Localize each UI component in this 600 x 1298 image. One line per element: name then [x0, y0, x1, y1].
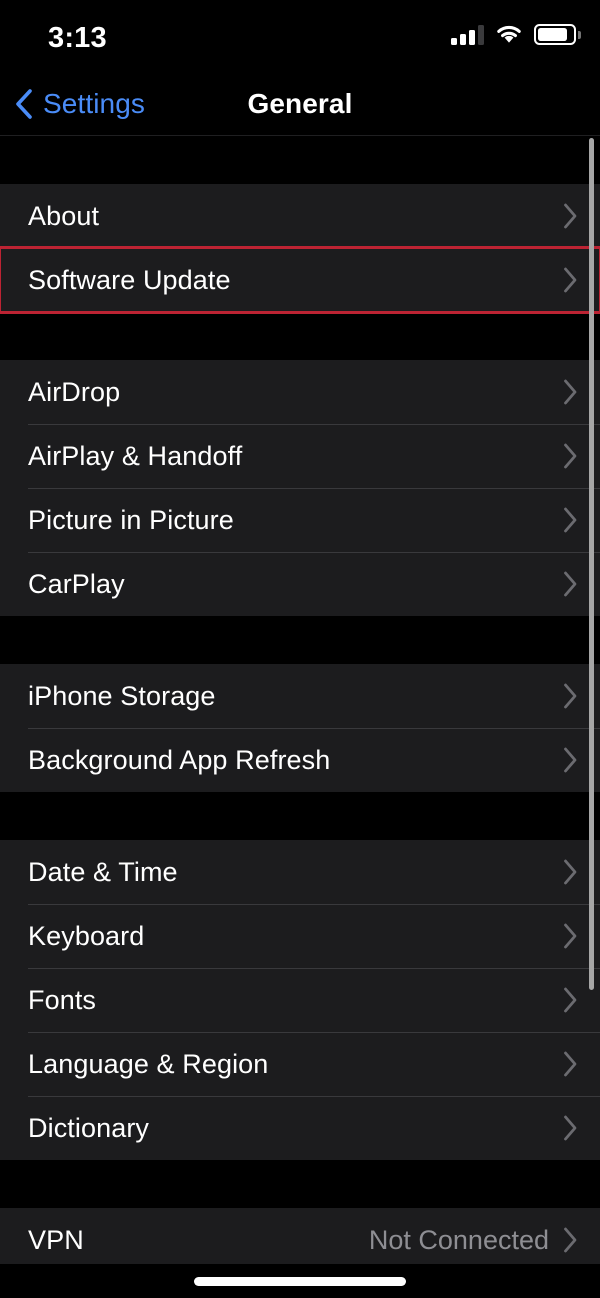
list-item-label: Date & Time	[28, 856, 178, 887]
section-gap	[0, 312, 600, 360]
list-item-label: Software Update	[28, 264, 231, 295]
section-gap	[0, 792, 600, 840]
chevron-right-icon	[563, 507, 578, 533]
list-item-label: Language & Region	[28, 1048, 269, 1079]
list-item-label: iPhone Storage	[28, 680, 216, 711]
list-item-label: About	[28, 200, 100, 231]
chevron-right-icon	[563, 379, 578, 405]
home-indicator[interactable]	[194, 1277, 406, 1286]
cellular-signal-icon	[451, 24, 484, 45]
list-item[interactable]: AirDrop	[0, 360, 600, 424]
chevron-right-icon	[563, 987, 578, 1013]
chevron-right-icon	[563, 1051, 578, 1077]
storage-group: iPhone Storage Background App Refresh	[0, 664, 600, 792]
list-item-label: VPN	[28, 1224, 84, 1255]
page-title: General	[247, 88, 353, 119]
chevron-right-icon	[563, 683, 578, 709]
list-item[interactable]: Background App Refresh	[0, 728, 600, 792]
chevron-right-icon	[563, 267, 578, 293]
navigation-bar: Settings General	[0, 72, 600, 136]
list-item-label: Dictionary	[28, 1112, 150, 1143]
battery-icon	[534, 24, 581, 45]
localization-group: Date & Time Keyboard Fonts Language & Regio…	[0, 840, 600, 1160]
chevron-right-icon	[563, 571, 578, 597]
status-bar: 3:13	[0, 0, 600, 72]
iphone-screen: 3:13 Settings General About Software Upd…	[0, 0, 600, 1298]
wifi-icon	[495, 24, 523, 45]
vpn-group: VPN Not Connected	[0, 1208, 600, 1272]
list-item-label: CarPlay	[28, 568, 125, 599]
section-gap	[0, 616, 600, 664]
vertical-scrollbar[interactable]	[589, 138, 594, 990]
list-item-value: Not Connected	[368, 1224, 549, 1255]
list-item[interactable]: Fonts	[0, 968, 600, 1032]
about-group: About Software Update	[0, 184, 600, 314]
list-item-label: AirPlay & Handoff	[28, 440, 243, 471]
chevron-right-icon	[563, 203, 578, 229]
list-item[interactable]: CarPlay	[0, 552, 600, 616]
list-item[interactable]: VPN Not Connected	[0, 1208, 600, 1272]
chevron-right-icon	[563, 1115, 578, 1141]
list-item[interactable]: Software Update	[0, 246, 600, 314]
list-item[interactable]: iPhone Storage	[0, 664, 600, 728]
section-gap	[0, 136, 600, 184]
settings-list: About Software Update AirDrop AirPlay & Han…	[0, 136, 600, 1272]
chevron-right-icon	[563, 1227, 578, 1253]
list-item-label: AirDrop	[28, 376, 121, 407]
list-item-label: Keyboard	[28, 920, 145, 951]
list-item[interactable]: Date & Time	[0, 840, 600, 904]
chevron-right-icon	[563, 443, 578, 469]
list-item-label: Fonts	[28, 984, 97, 1015]
list-item[interactable]: Language & Region	[0, 1032, 600, 1096]
list-item-label: Background App Refresh	[28, 744, 331, 775]
list-item[interactable]: About	[0, 184, 600, 248]
list-item[interactable]: Keyboard	[0, 904, 600, 968]
section-gap	[0, 1160, 600, 1208]
list-item[interactable]: AirPlay & Handoff	[0, 424, 600, 488]
home-indicator-area	[0, 1264, 600, 1298]
status-bar-clock: 3:13	[48, 22, 107, 54]
status-bar-icons	[451, 24, 581, 45]
connectivity-group: AirDrop AirPlay & Handoff Picture in Pictu…	[0, 360, 600, 616]
chevron-right-icon	[563, 923, 578, 949]
list-item-label: Picture in Picture	[28, 504, 234, 535]
list-item[interactable]: Picture in Picture	[0, 488, 600, 552]
chevron-right-icon	[563, 859, 578, 885]
list-item[interactable]: Dictionary	[0, 1096, 600, 1160]
chevron-right-icon	[563, 747, 578, 773]
